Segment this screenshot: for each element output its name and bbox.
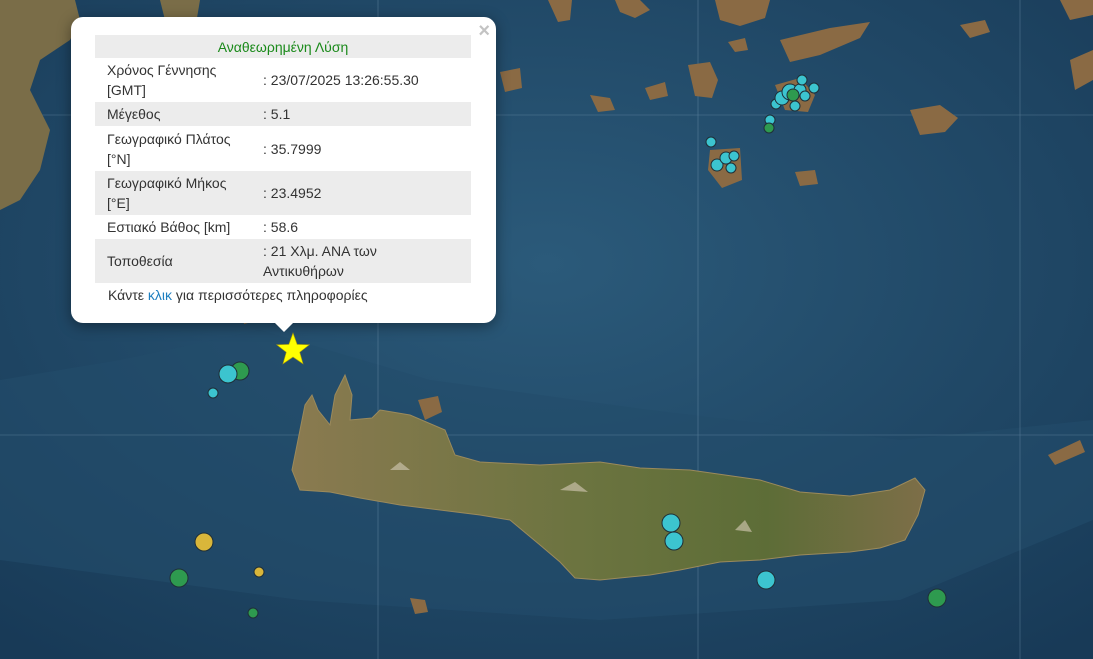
earthquake-circle-icon[interactable] xyxy=(808,82,820,94)
row-value-location: : 21 Χλμ. ΑΝΑ των Αντικυθήρων xyxy=(261,239,471,283)
earthquake-circle-icon[interactable] xyxy=(247,607,259,619)
row-label-depth: Εστιακό Βάθος [km] xyxy=(107,219,231,235)
table-row: Μέγεθος : 5.1 xyxy=(95,102,471,126)
earthquake-circle-icon[interactable] xyxy=(796,74,808,86)
earthquake-circle-icon[interactable] xyxy=(799,90,811,102)
earthquake-circle-icon[interactable] xyxy=(763,122,775,134)
earthquake-circle-icon[interactable] xyxy=(194,532,214,552)
row-value-origin-time: : 23/07/2025 13:26:55.30 xyxy=(263,72,419,88)
earthquake-circle-icon[interactable] xyxy=(728,150,740,162)
row-value-magnitude: : 5.1 xyxy=(261,102,471,126)
row-value-longitude: : 23.4952 xyxy=(261,171,471,215)
earthquake-circle-icon[interactable] xyxy=(789,100,801,112)
table-row: Τοποθεσία : 21 Χλμ. ΑΝΑ των Αντικυθήρων xyxy=(95,239,471,283)
row-label-origin-time: Χρόνος Γέννησης [GMT] xyxy=(107,62,217,98)
more-info-link[interactable]: κλικ xyxy=(148,287,172,303)
earthquake-circle-icon[interactable] xyxy=(169,568,189,588)
earthquake-circle-icon[interactable] xyxy=(705,136,717,148)
earthquake-info-table: Αναθεωρημένη Λύση Χρόνος Γέννησης [GMT] … xyxy=(95,35,471,283)
row-value-latitude: : 35.7999 xyxy=(263,140,322,157)
popup-pointer xyxy=(272,320,296,332)
earthquake-circle-icon[interactable] xyxy=(207,387,219,399)
earthquake-circle-icon[interactable] xyxy=(927,588,947,608)
more-info-text: Κάντε κλικ για περισσότερες πληροφορίες xyxy=(108,287,368,303)
earthquake-circle-icon[interactable] xyxy=(756,570,776,590)
earthquake-info-popup: × Αναθεωρημένη Λύση Χρόνος Γέννησης [GMT… xyxy=(71,17,496,323)
row-label-longitude: Γεωγραφικό Μήκος [°E] xyxy=(95,171,261,215)
table-row: Γεωγραφικό Μήκος [°E] : 23.4952 xyxy=(95,171,471,215)
popup-header: Αναθεωρημένη Λύση xyxy=(95,35,471,58)
row-label-latitude: Γεωγραφικό Πλάτος [°N] xyxy=(107,130,231,167)
more-info-prefix: Κάντε xyxy=(108,287,148,303)
close-icon[interactable]: × xyxy=(478,20,490,42)
earthquake-circle-icon[interactable] xyxy=(218,364,238,384)
earthquake-circle-icon[interactable] xyxy=(725,162,737,174)
table-row: Χρόνος Γέννησης [GMT] : 23/07/2025 13:26… xyxy=(95,58,471,102)
earthquake-circle-icon[interactable] xyxy=(661,513,681,533)
earthquake-circle-icon[interactable] xyxy=(253,566,265,578)
earthquake-circle-icon[interactable] xyxy=(664,531,684,551)
more-info-suffix: για περισσότερες πληροφορίες xyxy=(172,287,368,303)
table-row: Εστιακό Βάθος [km] : 58.6 xyxy=(95,215,471,239)
table-row: Γεωγραφικό Πλάτος [°N] : 35.7999 xyxy=(95,126,471,171)
row-label-magnitude: Μέγεθος xyxy=(95,102,261,126)
row-value-depth: : 58.6 xyxy=(263,219,299,235)
row-label-location: Τοποθεσία xyxy=(95,239,261,283)
earthquake-circle-icon[interactable] xyxy=(786,88,800,102)
